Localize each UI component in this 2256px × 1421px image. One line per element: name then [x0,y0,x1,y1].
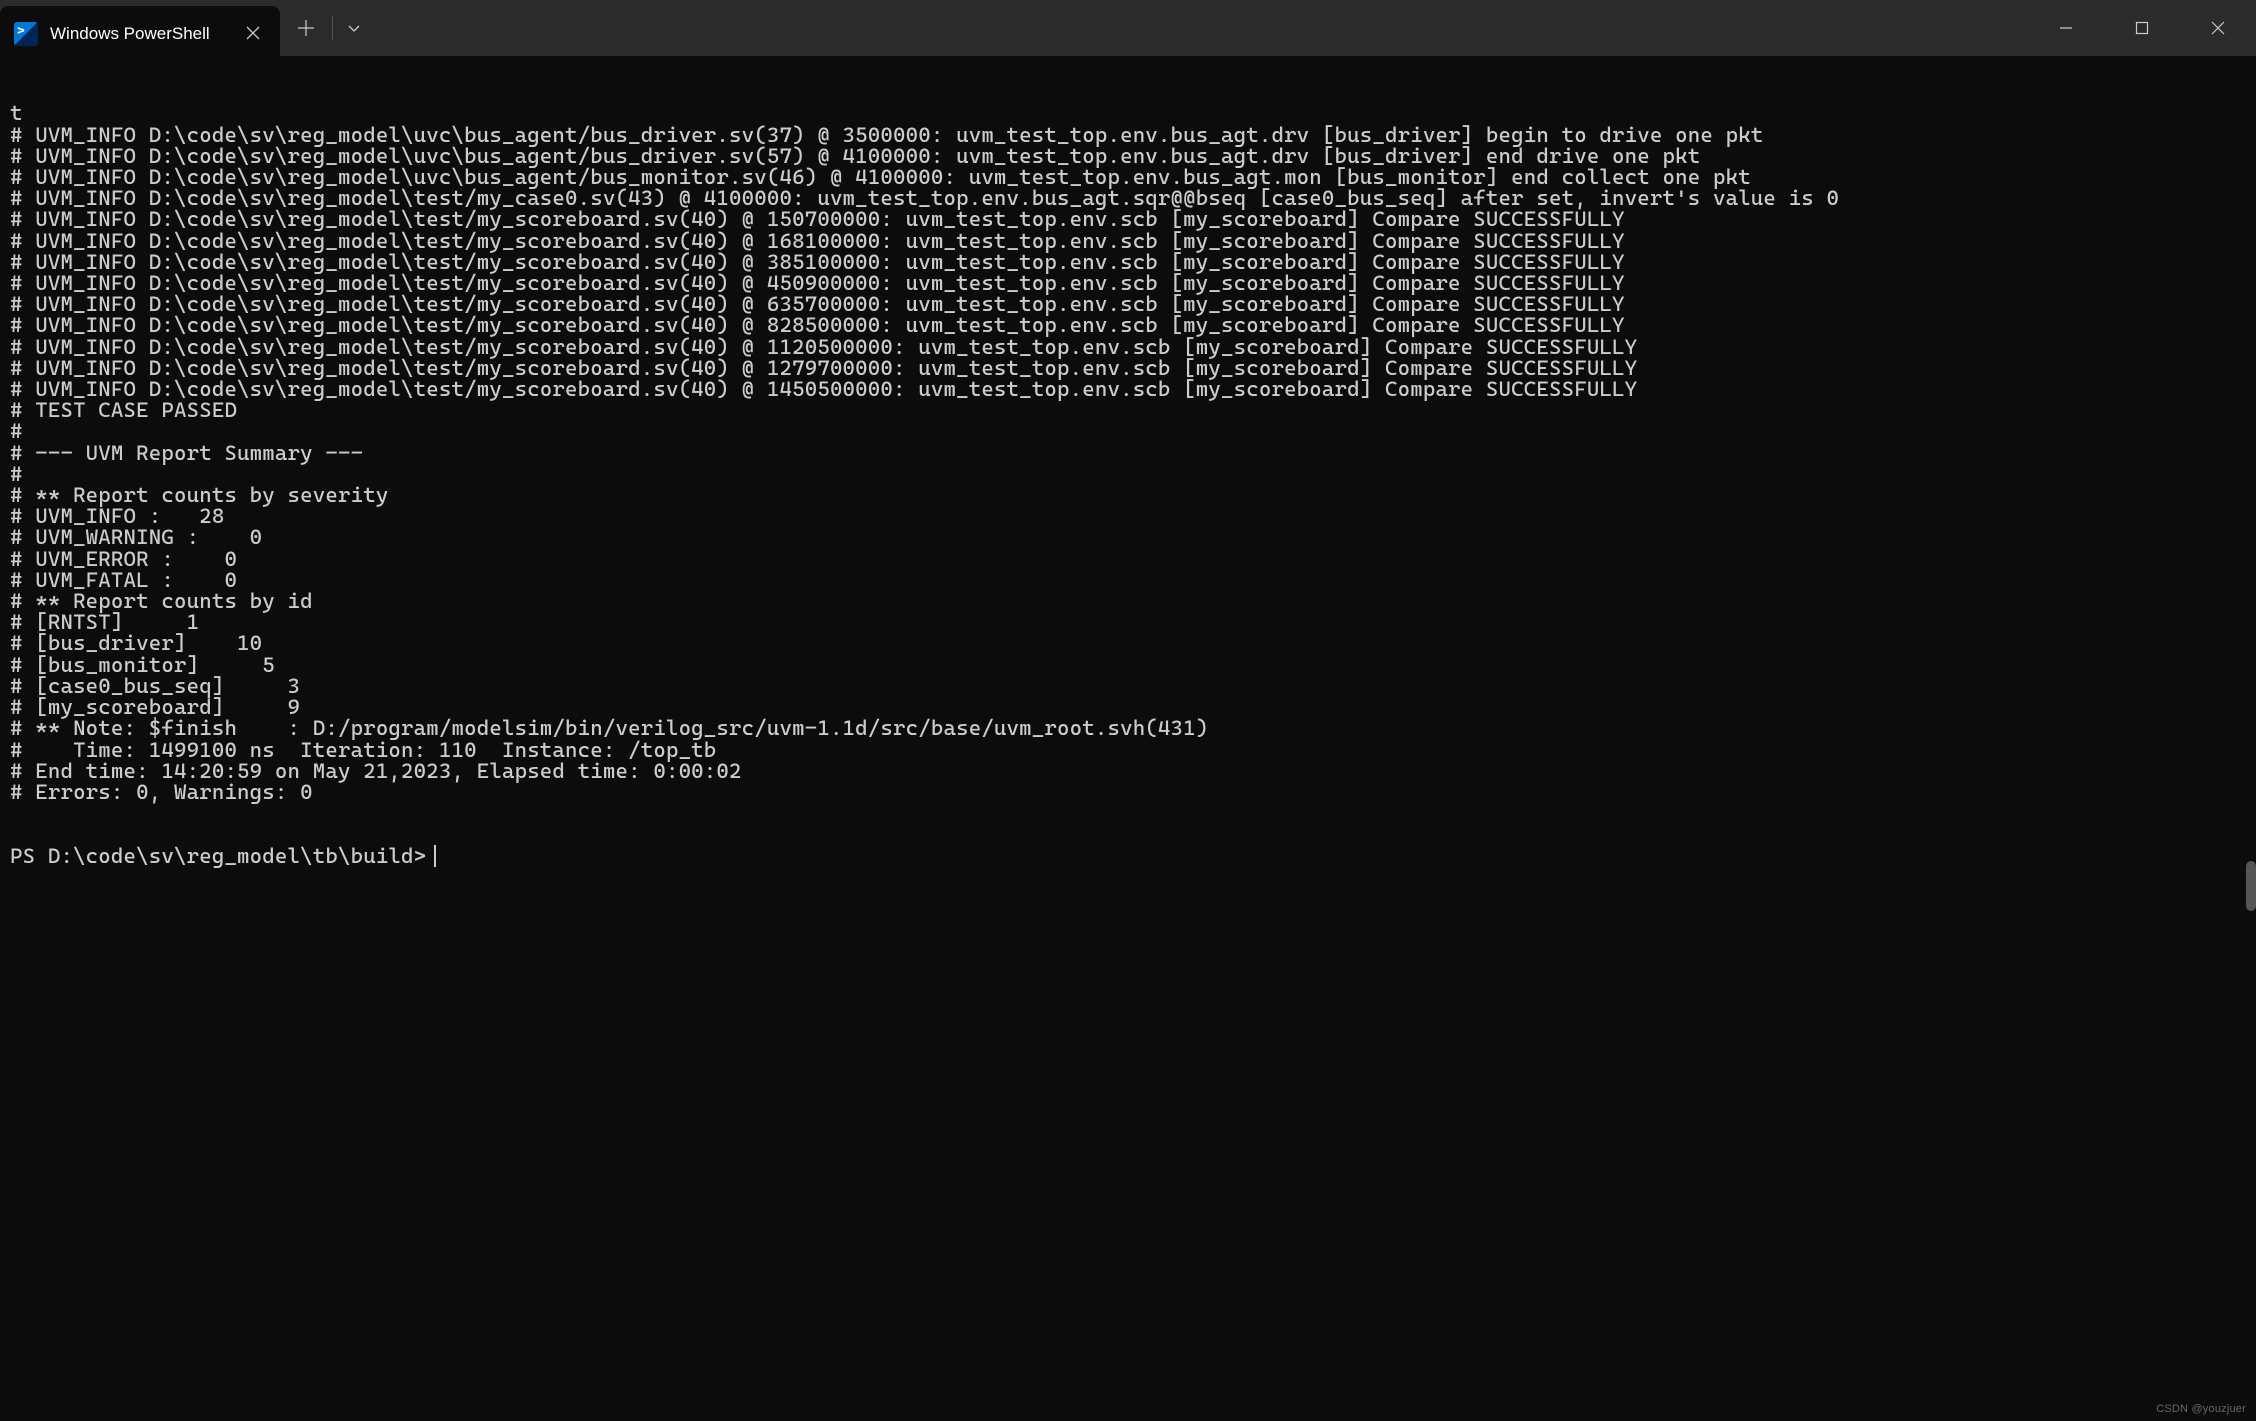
terminal-line: # UVM_INFO D:\code\sv\reg_model\test/my_… [10,251,2246,272]
prompt-line: PS D:\code\sv\reg_model\tb\build> [10,845,2246,867]
cursor [434,845,436,867]
terminal-line: # [case0_bus_seq] 3 [10,675,2246,696]
terminal-line: # [10,463,2246,484]
terminal-line: # UVM_INFO D:\code\sv\reg_model\test/my_… [10,187,2246,208]
terminal-line: # UVM_INFO D:\code\sv\reg_model\test/my_… [10,336,2246,357]
watermark: CSDN @youzjuer [2156,1404,2246,1415]
terminal-line: # [bus_driver] 10 [10,632,2246,653]
prompt-text: PS D:\code\sv\reg_model\tb\build> [10,845,426,866]
new-tab-button[interactable] [280,0,332,56]
terminal-line: # --- UVM Report Summary --- [10,442,2246,463]
terminal-line: # UVM_INFO D:\code\sv\reg_model\uvc\bus_… [10,124,2246,145]
close-window-button[interactable] [2180,0,2256,56]
terminal-line: # UVM_INFO D:\code\sv\reg_model\test/my_… [10,357,2246,378]
terminal-line: # UVM_INFO D:\code\sv\reg_model\test/my_… [10,314,2246,335]
titlebar: Windows PowerShell [0,0,2256,56]
scrollbar[interactable] [2246,861,2256,911]
powershell-icon [14,22,38,46]
terminal-line: # [bus_monitor] 5 [10,654,2246,675]
window-controls [2028,0,2256,56]
terminal-line: # Errors: 0, Warnings: 0 [10,781,2246,802]
terminal-line: # UVM_WARNING : 0 [10,526,2246,547]
terminal-line: # UVM_INFO D:\code\sv\reg_model\test/my_… [10,293,2246,314]
terminal-line: # UVM_ERROR : 0 [10,548,2246,569]
terminal-line: # UVM_INFO D:\code\sv\reg_model\test/my_… [10,208,2246,229]
terminal-line: # [RNTST] 1 [10,611,2246,632]
terminal-line: # [10,420,2246,441]
tab-powershell[interactable]: Windows PowerShell [0,6,280,62]
terminal-line: # ** Report counts by severity [10,484,2246,505]
terminal-line: # UVM_INFO D:\code\sv\reg_model\test/my_… [10,378,2246,399]
terminal-line: # UVM_INFO D:\code\sv\reg_model\uvc\bus_… [10,166,2246,187]
terminal-line: # End time: 14:20:59 on May 21,2023, Ela… [10,760,2246,781]
terminal-pane[interactable]: t# UVM_INFO D:\code\sv\reg_model\uvc\bus… [0,56,2256,1421]
terminal-line: # TEST CASE PASSED [10,399,2246,420]
terminal-line: # Time: 1499100 ns Iteration: 110 Instan… [10,739,2246,760]
minimize-button[interactable] [2028,0,2104,56]
terminal-line: # UVM_INFO D:\code\sv\reg_model\uvc\bus_… [10,145,2246,166]
terminal-line: # ** Report counts by id [10,590,2246,611]
terminal-line: # [my_scoreboard] 9 [10,696,2246,717]
terminal-line: # UVM_INFO D:\code\sv\reg_model\test/my_… [10,272,2246,293]
terminal-output: t# UVM_INFO D:\code\sv\reg_model\uvc\bus… [10,102,2246,802]
terminal-line: # UVM_INFO D:\code\sv\reg_model\test/my_… [10,230,2246,251]
terminal-line: t [10,102,2246,123]
close-tab-icon[interactable] [242,20,264,49]
tabs-area: Windows PowerShell [0,0,375,56]
terminal-line: # ** Note: $finish : D:/program/modelsim… [10,717,2246,738]
terminal-line: # UVM_INFO : 28 [10,505,2246,526]
tab-title: Windows PowerShell [50,24,234,44]
terminal-line: # UVM_FATAL : 0 [10,569,2246,590]
tab-dropdown-button[interactable] [333,0,375,56]
maximize-button[interactable] [2104,0,2180,56]
